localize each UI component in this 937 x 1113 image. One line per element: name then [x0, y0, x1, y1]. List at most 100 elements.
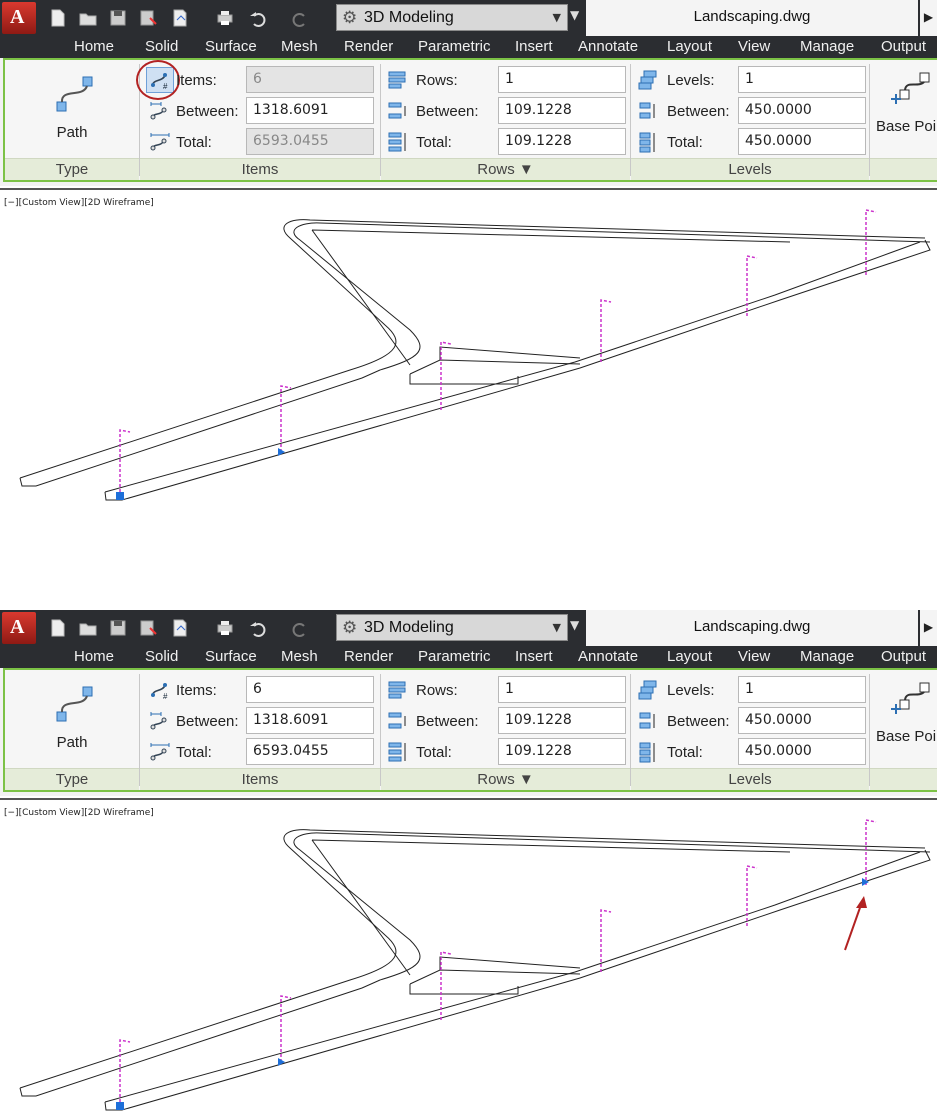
levels-total-label: Total:	[667, 134, 703, 151]
workspace-dropdown[interactable]: ⚙ 3D Modeling ▼	[336, 4, 568, 31]
tab-manage[interactable]: Manage	[800, 38, 854, 55]
items-count-field[interactable]: 6	[246, 676, 374, 703]
items-between-field[interactable]: 1318.6091	[246, 97, 374, 124]
rows-between-label: Between:	[416, 713, 479, 730]
plot-icon[interactable]	[170, 618, 190, 638]
svg-text:#: #	[163, 692, 168, 701]
rows-between-field[interactable]: 109.1228	[498, 97, 626, 124]
base-point-label[interactable]: Base Poin	[876, 728, 937, 745]
print-icon[interactable]	[215, 618, 235, 638]
tab-insert[interactable]: Insert	[515, 38, 553, 55]
items-between-field[interactable]: 1318.6091	[246, 707, 374, 734]
tab-annotate[interactable]: Annotate	[578, 648, 638, 665]
levels-between-field[interactable]: 450.0000	[738, 97, 866, 124]
open-icon[interactable]	[78, 8, 98, 28]
rows-count-field[interactable]: 1	[498, 66, 626, 93]
items-count-field[interactable]: 6	[246, 66, 374, 93]
items-total-field[interactable]: 6593.0455	[246, 128, 374, 155]
levels-label: Levels:	[667, 72, 715, 89]
tab-manage[interactable]: Manage	[800, 648, 854, 665]
tab-insert[interactable]: Insert	[515, 648, 553, 665]
rows-label: Rows:	[416, 682, 458, 699]
save-as-icon[interactable]	[138, 8, 158, 28]
path-icon[interactable]	[53, 74, 97, 114]
tab-layout[interactable]: Layout	[667, 38, 712, 55]
tab-solid[interactable]: Solid	[145, 648, 178, 665]
between-spacing-icon	[150, 102, 167, 120]
base-point-icon[interactable]	[888, 680, 932, 720]
rows-between-label: Between:	[416, 103, 479, 120]
rows-total-field[interactable]: 109.1228	[498, 128, 626, 155]
levels-between-label: Between:	[667, 103, 730, 120]
new-icon[interactable]	[48, 618, 68, 638]
tab-output[interactable]: Output	[881, 38, 926, 55]
items-panel-footer: Items	[140, 158, 380, 180]
undo-icon[interactable]	[248, 8, 268, 28]
levels-between-field[interactable]: 450.0000	[738, 707, 866, 734]
levels-count-field[interactable]: 1	[738, 66, 866, 93]
levels-label: Levels:	[667, 682, 715, 699]
open-icon[interactable]	[78, 618, 98, 638]
tab-home[interactable]: Home	[74, 38, 114, 55]
application-menu-button[interactable]: A	[2, 2, 36, 34]
rows-count-field[interactable]: 1	[498, 676, 626, 703]
tab-parametric[interactable]: Parametric	[418, 38, 491, 55]
rows-panel: Rows: 1 Between: 109.1228 Total: 109.122…	[381, 670, 630, 790]
base-point-icon[interactable]	[888, 70, 932, 110]
tab-view[interactable]: View	[738, 38, 770, 55]
levels-total-field[interactable]: 450.0000	[738, 128, 866, 155]
application-menu-button[interactable]: A	[2, 612, 36, 644]
path-button-label[interactable]: Path	[5, 734, 139, 751]
save-icon[interactable]	[108, 618, 128, 638]
tab-surface[interactable]: Surface	[205, 38, 257, 55]
customize-qat-icon[interactable]: ▼	[570, 8, 579, 22]
items-icon[interactable]: #	[149, 679, 171, 701]
chevron-right-icon[interactable]: ▶	[920, 610, 937, 646]
redo-icon[interactable]	[290, 8, 310, 28]
drawing-viewport[interactable]: [−][Custom View][2D Wireframe]	[0, 188, 937, 505]
gear-icon: ⚙	[342, 618, 358, 638]
app-logo-icon: A	[10, 6, 25, 28]
plot-icon[interactable]	[170, 8, 190, 28]
tab-output[interactable]: Output	[881, 648, 926, 665]
workspace-dropdown[interactable]: ⚙ 3D Modeling ▼	[336, 614, 568, 641]
rows-panel-footer[interactable]: Rows ▼	[381, 158, 630, 180]
tab-view[interactable]: View	[738, 648, 770, 665]
save-icon[interactable]	[108, 8, 128, 28]
items-total-field[interactable]: 6593.0455	[246, 738, 374, 765]
tab-surface[interactable]: Surface	[205, 648, 257, 665]
customize-qat-icon[interactable]: ▼	[570, 618, 579, 632]
ribbon-tab-bar: Home Solid Surface Mesh Render Parametri…	[0, 646, 937, 668]
redo-icon[interactable]	[290, 618, 310, 638]
tab-render[interactable]: Render	[344, 38, 393, 55]
undo-icon[interactable]	[248, 618, 268, 638]
save-as-icon[interactable]	[138, 618, 158, 638]
tab-annotate[interactable]: Annotate	[578, 38, 638, 55]
total-spacing-icon	[150, 743, 170, 761]
total-spacing-icon	[150, 133, 170, 151]
rows-total-field[interactable]: 109.1228	[498, 738, 626, 765]
path-icon[interactable]	[53, 684, 97, 724]
app-logo-icon: A	[10, 616, 25, 638]
items-panel-footer: Items	[140, 768, 380, 790]
levels-panel-footer: Levels	[631, 158, 869, 180]
tab-render[interactable]: Render	[344, 648, 393, 665]
rows-between-field[interactable]: 109.1228	[498, 707, 626, 734]
levels-total-field[interactable]: 450.0000	[738, 738, 866, 765]
rows-panel-footer[interactable]: Rows ▼	[381, 768, 630, 790]
tab-home[interactable]: Home	[74, 648, 114, 665]
levels-count-field[interactable]: 1	[738, 676, 866, 703]
path-button-label[interactable]: Path	[5, 124, 139, 141]
tab-parametric[interactable]: Parametric	[418, 648, 491, 665]
drawing-viewport[interactable]: [−][Custom View][2D Wireframe]	[0, 798, 937, 1113]
tab-solid[interactable]: Solid	[145, 38, 178, 55]
base-point-label[interactable]: Base Poin	[876, 118, 937, 135]
tab-layout[interactable]: Layout	[667, 648, 712, 665]
tab-mesh[interactable]: Mesh	[281, 38, 318, 55]
print-icon[interactable]	[215, 8, 235, 28]
tab-mesh[interactable]: Mesh	[281, 648, 318, 665]
new-icon[interactable]	[48, 8, 68, 28]
rows-total-label: Total:	[416, 134, 452, 151]
type-panel: Path Type	[5, 60, 139, 180]
chevron-right-icon[interactable]: ▶	[920, 0, 937, 36]
